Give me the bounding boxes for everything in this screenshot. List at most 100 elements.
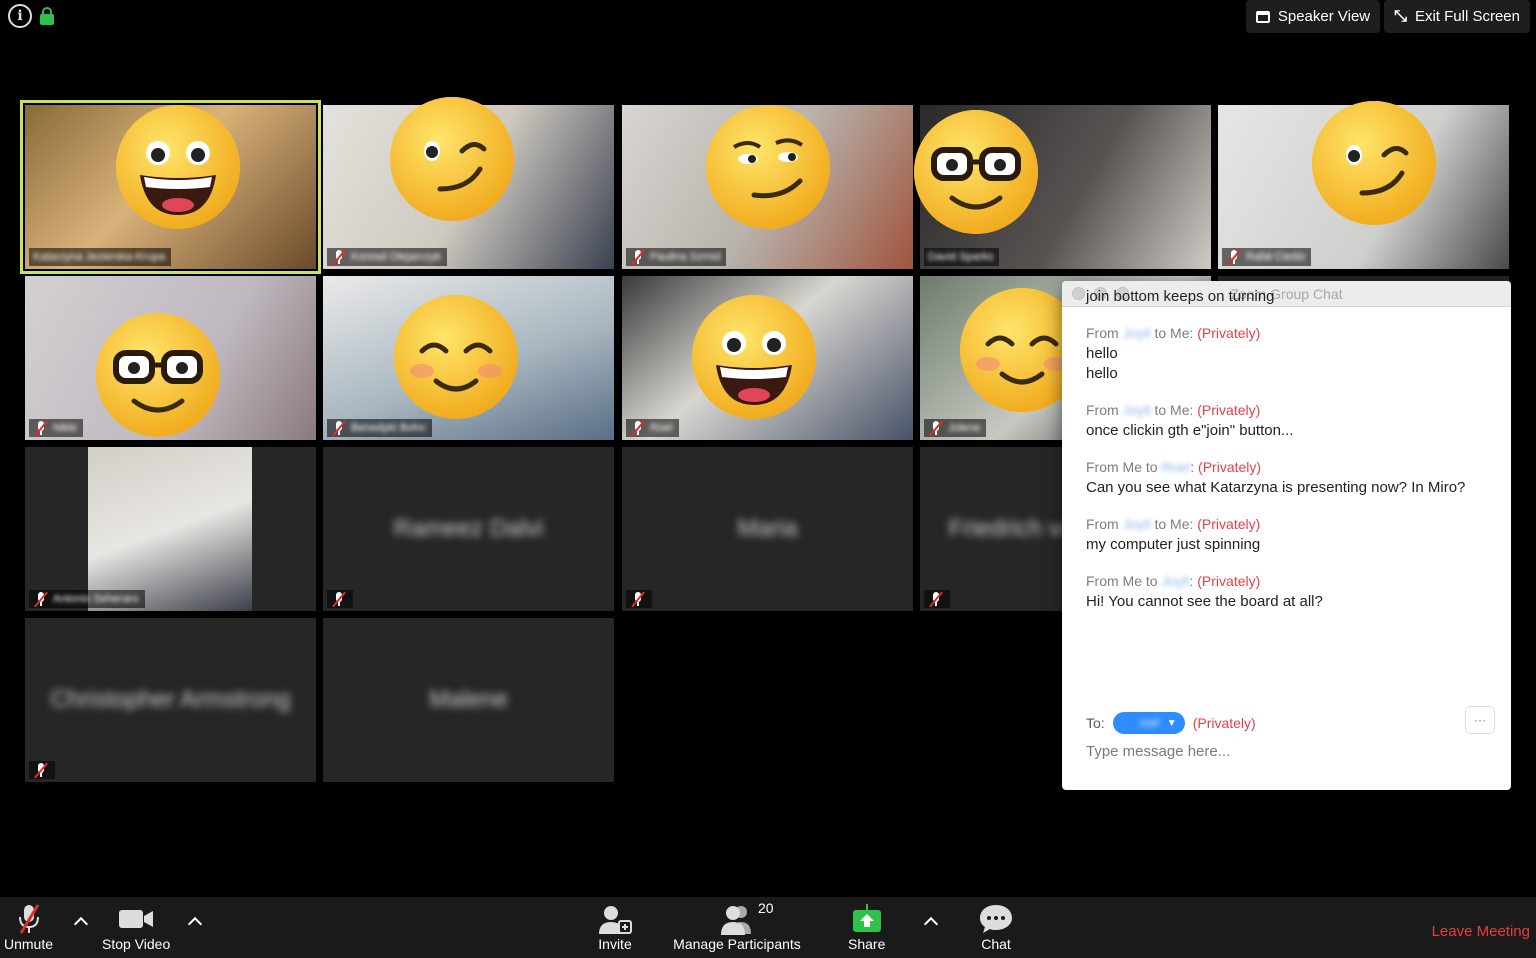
winking-emoji-icon [388,95,516,223]
video-feed [25,447,316,611]
speaker-view-label: Speaker View [1277,8,1371,25]
participant-nameplate: Konrad Olejarczyk [327,248,447,266]
muted-microphone-icon [331,420,347,437]
recipient-dropdown[interactable]: Joyll ▼ [1112,712,1185,734]
exit-full-screen-button[interactable]: ⤡ Exit Full Screen [1384,0,1530,33]
chat-message-text: my computer just spinning [1086,536,1261,553]
exit-full-screen-label: Exit Full Screen [1414,8,1520,25]
chat-from-label: From Me to [1086,573,1162,589]
share-label: Share [848,936,886,952]
leave-meeting-button[interactable]: Leave Meeting [1432,923,1530,940]
participant-name-large: Rameez Dalvi [393,515,544,542]
speaker-view-icon [1255,10,1270,23]
grinning-emoji-icon [114,103,242,231]
participant-name: Roel [650,422,673,434]
grinning-emoji-icon [690,293,818,421]
chat-message-header: From Joyll to Me: (Privately) [1086,400,1495,420]
participant-tile[interactable]: Malene [323,618,614,782]
encryption-lock-icon[interactable] [40,7,54,25]
to-label: To: [1086,715,1105,731]
recipient-name: Joyll [1138,717,1159,729]
winking-emoji-icon [1310,99,1438,227]
participant-nameplate: Paulina Szmid [626,248,727,266]
chat-message-header: From Joyll to Me: (Privately) [1086,323,1495,343]
audio-options-caret-icon[interactable] [74,915,88,929]
info-icon[interactable]: i [8,4,32,28]
participant-name-large: Malene [429,686,508,713]
chat-message-text: hello hello [1086,345,1118,382]
chat-message-header: From Me to Roel: (Privately) [1086,457,1495,477]
chat-privacy-label: (Privately) [1197,516,1261,532]
chat-message-list[interactable]: join bottom keeps on turning From Joyll … [1086,288,1495,628]
participant-nameplate [626,590,652,608]
participant-name: Benedykt Bohn [351,422,426,434]
stop-video-button[interactable]: Stop Video [102,902,170,952]
manage-participants-button[interactable]: 20 Manage Participants [670,900,804,952]
video-camera-icon [117,902,155,936]
muted-microphone-icon [630,249,646,266]
nerd-emoji-icon [912,108,1040,236]
chat-from-label: From [1086,516,1123,532]
participant-nameplate [327,590,353,608]
muted-microphone-icon [331,249,347,266]
exit-full-screen-icon: ⤡ [1394,7,1407,25]
manage-participants-label: Manage Participants [673,936,801,952]
chat-bubble-icon [978,902,1014,936]
muted-microphone-icon [928,420,944,437]
more-options-button[interactable]: ··· [1465,706,1495,734]
chat-sender-name: Roel [1161,459,1191,475]
speaker-view-button[interactable]: Speaker View [1245,0,1381,33]
chat-message-header: From Me to Joyll: (Privately) [1086,571,1495,591]
share-screen-icon [850,902,884,936]
nerd-emoji-icon [94,311,222,439]
chat-sender-name: Joyll [1161,573,1190,589]
chat-message: From Me to Joyll: (Privately) Hi! You can… [1086,571,1495,612]
chat-to-label: to Me: [1150,325,1198,341]
chat-sender-name: Joyll [1122,325,1151,341]
participant-tile[interactable]: Rameez Dalvi [323,447,614,611]
unmute-label: Unmute [4,936,54,952]
invite-button[interactable]: Invite [597,902,633,952]
participant-nameplate: David Sparks [924,248,1000,266]
invite-label: Invite [598,936,632,952]
chat-label: Chat [981,936,1011,952]
privacy-label: (Privately) [1192,715,1256,731]
chat-message: From Joyll to Me: (Privately) hello hello [1086,323,1495,384]
chat-privacy-label: (Privately) [1198,459,1262,475]
muted-microphone-icon [12,902,46,936]
meeting-toolbar: Unmute Stop Video Invite 20 Manage Parti… [0,897,1536,958]
add-user-icon [597,902,633,936]
chat-message-text: once clickin gth e"join" button... [1086,422,1294,439]
chat-sender-name: Joyll [1122,516,1151,532]
share-options-caret-icon[interactable] [924,915,938,929]
chat-privacy-label: (Privately) [1197,573,1261,589]
chat-message: From Me to Roel: (Privately) Can you see … [1086,457,1495,498]
participant-name: Jolene [948,422,981,434]
muted-microphone-icon [1226,249,1242,266]
participant-name-large: Christopher Armstrong [50,686,291,713]
participant-nameplate [924,590,950,608]
chat-message-text: Can you see what Katarzyna is presenting… [1086,479,1466,496]
muted-microphone-icon [630,420,646,437]
muted-microphone-icon [33,762,49,779]
participant-nameplate: Antonio Seheraro [29,590,145,608]
muted-microphone-icon [33,420,49,437]
participant-tile[interactable]: Maria [622,447,913,611]
chat-sender-name: Joyll [1122,402,1151,418]
chat-button[interactable]: Chat [978,902,1014,952]
participant-name: Katarzyna Jezierska-Krupa [33,251,166,263]
participant-tile[interactable]: Christopher Armstrong [25,618,316,782]
participants-icon: 20 [670,900,804,936]
video-options-caret-icon[interactable] [188,915,202,929]
participant-nameplate: Benedykt Bohn [327,419,432,437]
unmute-button[interactable]: Unmute [4,902,53,952]
share-screen-button[interactable]: Share [848,902,885,952]
chat-to-label: : [1190,459,1199,475]
chevron-down-icon: ▼ [1166,717,1177,729]
participant-tile[interactable]: Antonio Seheraro [25,447,316,611]
participant-nameplate [29,761,55,779]
view-controls: Speaker View ⤡ Exit Full Screen [1245,0,1530,33]
chat-to-label: to Me: [1150,516,1198,532]
message-input[interactable] [1086,743,1476,760]
muted-microphone-icon [630,591,646,608]
